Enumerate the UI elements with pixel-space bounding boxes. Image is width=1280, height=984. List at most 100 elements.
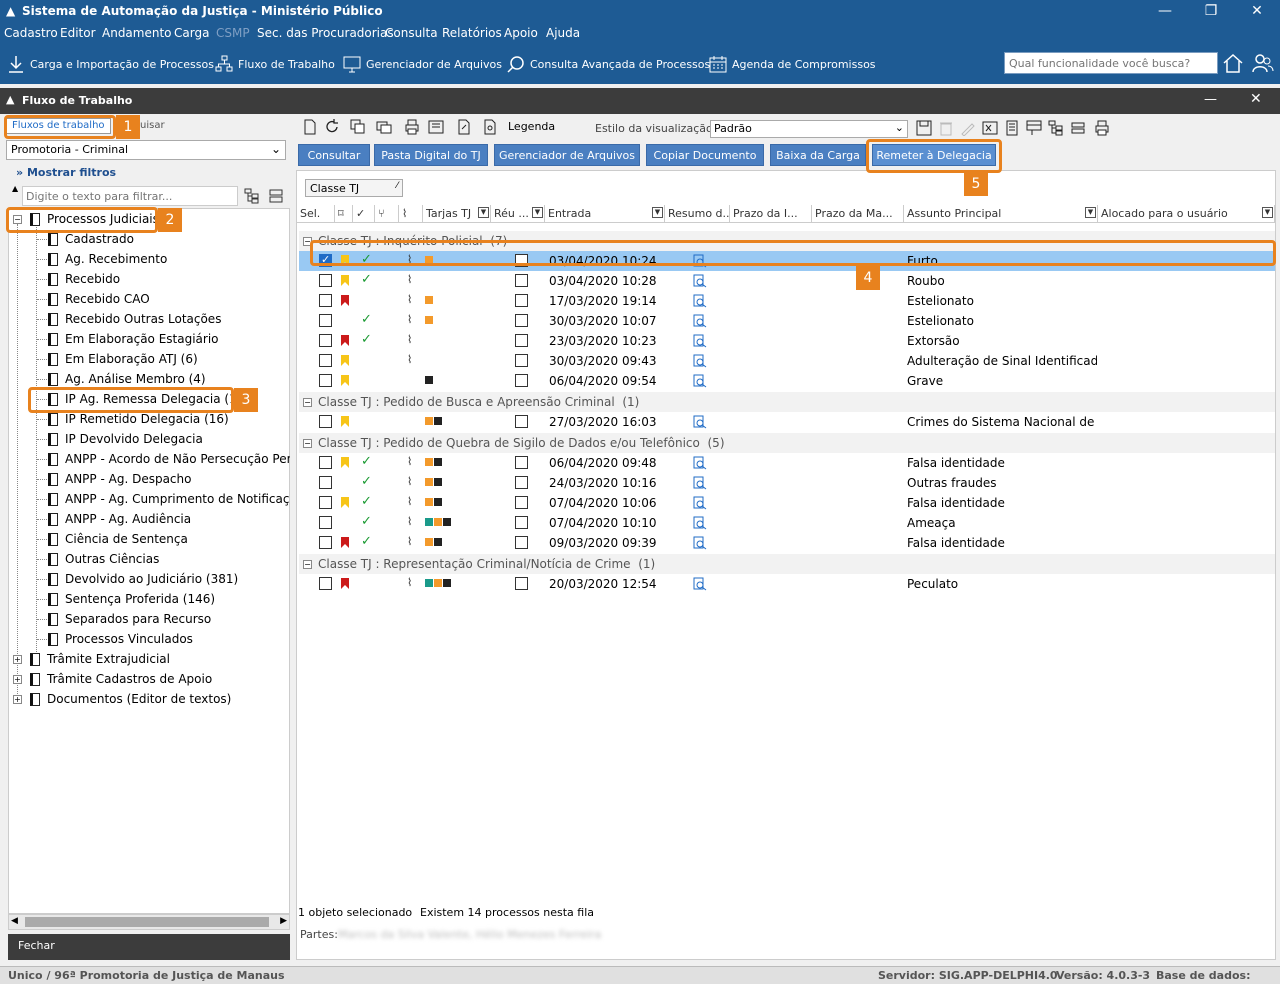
fluxo-trabalho-button[interactable]: Fluxo de Trabalho [214, 54, 335, 74]
col-entrada[interactable]: Entrada ▼ [545, 205, 665, 223]
menu-consulta[interactable]: Consulta [385, 26, 438, 40]
row-select-checkbox[interactable] [319, 314, 332, 327]
reu-checkbox[interactable] [515, 314, 528, 327]
collapse-toggle[interactable]: − [303, 438, 312, 448]
edit-icon[interactable] [960, 120, 976, 139]
group-header[interactable]: − Classe TJ : Pedido de Quebra de Sigilo … [299, 433, 1275, 453]
group-by-chip[interactable]: Classe TJ ⁄ [305, 179, 403, 197]
columns-icon[interactable] [1026, 120, 1042, 139]
minimize-button[interactable]: — [1142, 0, 1188, 24]
filter-dropdown-icon[interactable]: ▼ [652, 207, 663, 218]
fechar-button[interactable]: Fechar [8, 934, 290, 960]
row-select-checkbox[interactable] [319, 374, 332, 387]
promotoria-select[interactable]: Promotoria - Criminal ⌄ [6, 140, 286, 160]
reu-checkbox[interactable] [515, 415, 528, 428]
tree-item-child[interactable]: Ag. Recebimento [48, 250, 167, 268]
filter-dropdown-icon[interactable]: ▼ [478, 207, 489, 218]
tree-filter-input[interactable] [22, 186, 238, 206]
tree-item-child[interactable]: Processos Vinculados [48, 630, 193, 648]
row-select-checkbox[interactable] [319, 274, 332, 287]
new-document-icon[interactable] [302, 119, 318, 138]
collapse-arrow-icon[interactable]: ▲ [12, 184, 18, 193]
reu-checkbox[interactable] [515, 456, 528, 469]
table-row[interactable]: ⌇ 17/03/2020 19:14 Estelionato [299, 291, 1275, 311]
gerenciador-arquivos-action-button[interactable]: Gerenciador de Arquivos [494, 144, 640, 166]
row-select-checkbox[interactable] [319, 516, 332, 529]
scroll-left-icon[interactable]: ◀ [11, 916, 18, 926]
collapse-toggle[interactable]: − [303, 559, 312, 569]
close-button[interactable]: ✕ [1234, 0, 1280, 24]
table-row[interactable]: 27/03/2020 16:03 Crimes do Sistema Nacion… [299, 412, 1275, 432]
refresh-icon[interactable] [324, 119, 340, 138]
tree-item-child[interactable]: ANPP - Acordo de Não Persecução Penal [48, 450, 290, 468]
reu-checkbox[interactable] [515, 374, 528, 387]
magnifier-icon[interactable] [693, 334, 707, 351]
save-icon[interactable] [916, 120, 932, 139]
delete-icon[interactable] [938, 120, 954, 139]
magnifier-icon[interactable] [693, 354, 707, 371]
reu-checkbox[interactable] [515, 294, 528, 307]
copy-icon[interactable] [350, 119, 366, 138]
menu-carga[interactable]: Carga [174, 26, 209, 40]
maximize-button[interactable]: ❐ [1188, 0, 1234, 24]
export-document-icon[interactable] [456, 119, 472, 138]
row-select-checkbox[interactable] [319, 294, 332, 307]
filter-dropdown-icon[interactable]: ▼ [1085, 207, 1096, 218]
carga-importacao-button[interactable]: Carga e Importação de Processos [6, 54, 214, 74]
tree-item-child[interactable]: Devolvido ao Judiciário (381) [48, 570, 238, 588]
tree-item-child[interactable]: IP Devolvido Delegacia [48, 430, 203, 448]
group-header[interactable]: − Classe TJ : Pedido de Busca e Apreensão… [299, 392, 1275, 412]
expand-toggle[interactable]: + [13, 675, 22, 684]
col-alocado[interactable]: Alocado para o usuário ▼ [1098, 205, 1275, 223]
legenda-label[interactable]: Legenda [508, 120, 555, 133]
tree-item-child[interactable]: Recebido Outras Lotações [48, 310, 221, 328]
table-row[interactable]: ⌇ 20/03/2020 12:54 Peculato [299, 574, 1275, 594]
row-select-checkbox[interactable] [319, 577, 332, 590]
subwindow-close-button[interactable]: ✕ [1250, 91, 1262, 107]
copiar-documento-button[interactable]: Copiar Documento [646, 144, 764, 166]
menu-ajuda[interactable]: Ajuda [546, 26, 580, 40]
table-row[interactable]: ✓ ⌇ 07/04/2020 10:10 Ameaça [299, 513, 1275, 533]
reu-checkbox[interactable] [515, 354, 528, 367]
collapse-toggle[interactable]: − [303, 397, 312, 407]
reu-checkbox[interactable] [515, 516, 528, 529]
col-attachment[interactable]: ⌇ [399, 205, 423, 223]
agenda-compromissos-button[interactable]: Agenda de Compromissos [708, 54, 876, 74]
scrollbar-thumb[interactable] [25, 917, 269, 927]
col-sel[interactable]: Sel. [297, 205, 335, 223]
row-select-checkbox[interactable] [319, 334, 332, 347]
table-row[interactable]: ✓ ⌇ 30/03/2020 10:07 Estelionato [299, 311, 1275, 331]
reu-checkbox[interactable] [515, 476, 528, 489]
table-row[interactable]: ✓ ⌇ 03/04/2020 10:28 Roubo [299, 271, 1275, 291]
excel-icon[interactable] [982, 120, 998, 139]
functionality-search-input[interactable] [1004, 52, 1218, 74]
expand-tree-icon[interactable] [244, 188, 260, 207]
col-resumo[interactable]: Resumo d... [665, 205, 730, 223]
group-icon[interactable] [1048, 120, 1064, 139]
subwindow-minimize-button[interactable]: — [1204, 92, 1217, 107]
tree-item-root[interactable]: Documentos (Editor de textos) [30, 690, 231, 708]
reu-checkbox[interactable] [515, 334, 528, 347]
col-reu[interactable]: Réu ... ▼ [491, 205, 545, 223]
row-select-checkbox[interactable] [319, 496, 332, 509]
magnifier-icon[interactable] [693, 314, 707, 331]
magnifier-icon[interactable] [693, 577, 707, 594]
row-select-checkbox[interactable] [319, 456, 332, 469]
reu-checkbox[interactable] [515, 274, 528, 287]
row-select-checkbox[interactable] [319, 354, 332, 367]
print-icon[interactable] [404, 119, 420, 138]
tree-item-root[interactable]: Trâmite Cadastros de Apoio [30, 670, 212, 688]
magnifier-icon[interactable] [693, 516, 707, 533]
mostrar-filtros-link[interactable]: » Mostrar filtros [16, 166, 116, 179]
tree-item-child[interactable]: ANPP - Ag. Despacho [48, 470, 191, 488]
users-icon[interactable] [1252, 52, 1274, 77]
report-icon[interactable] [1004, 120, 1020, 139]
tree-item-child[interactable]: Separados para Recurso [48, 610, 211, 628]
consulta-avancada-button[interactable]: Consulta Avançada de Processos [506, 54, 710, 74]
magnifier-icon[interactable] [693, 294, 707, 311]
col-tree[interactable]: ⑂ [375, 205, 399, 223]
baixa-carga-button[interactable]: Baixa da Carga [770, 144, 866, 166]
expand-toggle[interactable]: + [13, 695, 22, 704]
tree-item-child[interactable]: Ag. Análise Membro (4) [48, 370, 206, 388]
legend-icon[interactable] [482, 119, 498, 138]
